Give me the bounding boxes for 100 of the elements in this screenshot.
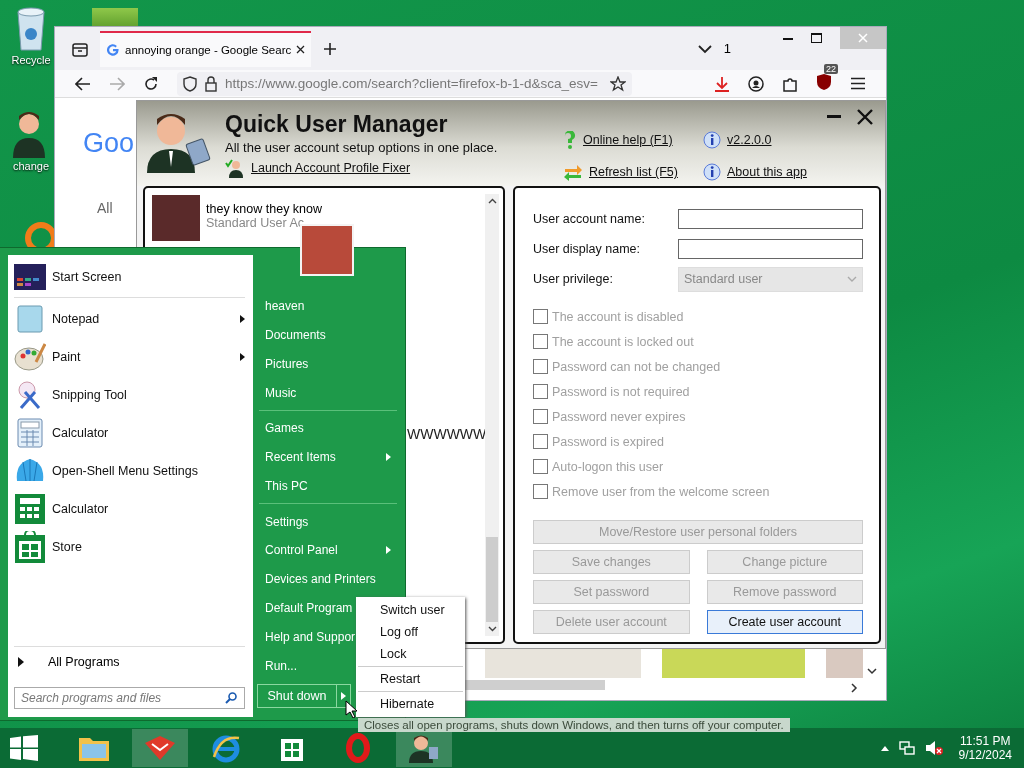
close-icon[interactable] [857,109,873,125]
refresh-arrows-icon [563,163,583,181]
reload-icon[interactable] [143,75,159,92]
chevron-right-icon[interactable] [851,683,858,693]
chevron-down-icon[interactable] [697,43,712,54]
star-icon[interactable] [610,75,626,92]
profile-fixer-link[interactable]: Launch Account Profile Fixer [251,161,411,175]
help-link[interactable]: v2.2.0.0 [727,133,772,147]
chevron-down-icon[interactable] [867,668,877,675]
lock-icon[interactable] [205,75,217,92]
menu-item[interactable]: Music [265,385,297,400]
notepad-icon [14,304,46,334]
user-name[interactable]: they know they know [206,202,323,216]
program-item[interactable]: Paint [52,350,234,364]
download-icon[interactable] [714,75,730,92]
logo: Goo [83,128,135,159]
calculator-icon [14,494,46,524]
palette-icon [14,342,46,372]
checkbox-label: Password can not be changed [552,359,721,374]
action-button[interactable]: Create user account [706,610,863,634]
back-arrow-icon[interactable] [75,76,91,91]
recycle-bin-icon[interactable] [14,6,48,52]
minimize-icon[interactable] [783,36,793,40]
account-icon[interactable] [748,75,764,92]
caret-up-icon[interactable] [880,745,889,751]
checkbox-label: The account is disabled [552,309,684,324]
shield-icon[interactable] [183,75,197,92]
checkbox-label: Password is expired [552,434,664,449]
clock-time[interactable]: 11:51 PM [960,734,1011,748]
close-icon[interactable] [296,45,306,54]
plus-icon[interactable] [323,41,338,56]
menu-item[interactable]: Log off [356,621,465,643]
start-tile-icon [14,264,46,290]
field-label: User privilege: [533,272,614,286]
program-item[interactable]: Calculator [52,426,245,440]
menu-item[interactable]: Hibernate [356,693,465,715]
help-link[interactable]: About this app [727,165,807,179]
program-item[interactable]: Open-Shell Menu Settings [52,464,245,478]
desktop-icon-label[interactable]: Recycle [11,54,51,66]
minimize-icon[interactable] [827,115,841,119]
shield-icon[interactable] [816,73,832,91]
vertical-scrollbar[interactable] [485,194,499,636]
chevron-up-icon[interactable] [487,198,497,204]
speaker-muted-icon[interactable] [924,740,943,756]
menu-item[interactable]: Lock [356,643,465,665]
help-link[interactable]: Online help (F1) [583,133,673,147]
shut-down-button[interactable]: Shut down [257,683,337,708]
badge-count: 22 [824,64,838,74]
help-link[interactable]: Refresh list (F5) [589,165,678,179]
search-field[interactable]: Search programs and files [14,687,245,709]
user-manager-icon [145,111,211,173]
menu-item[interactable]: Default Program [265,601,353,615]
calculator-icon [14,418,46,448]
menu-item[interactable]: Help and Suppor [265,629,356,644]
maximize-icon[interactable] [811,33,822,43]
question-mark-icon [563,131,577,149]
menu-item[interactable]: Recent Items [265,450,336,465]
menu-item[interactable]: Settings [265,514,309,529]
program-item[interactable]: Snipping Tool [52,388,245,402]
windows-logo-icon[interactable] [10,735,38,761]
program-item[interactable]: Notepad [52,312,234,326]
network-icon[interactable] [898,740,915,756]
menu-item[interactable]: This PC [265,478,308,493]
program-item[interactable]: Calculator [52,502,245,516]
menu-item[interactable]: Pictures [265,356,309,371]
field-label: User account name: [533,212,646,226]
menu-item[interactable]: heaven [265,299,305,314]
menu-item[interactable]: Restart [356,668,465,690]
desktop-icon-label[interactable]: change [12,160,50,172]
input-field[interactable] [678,209,863,229]
all-programs-item[interactable]: All Programs [48,655,120,669]
input-field[interactable] [678,239,863,259]
search-icon[interactable] [225,692,237,704]
photo-placeholder [152,195,200,241]
clock-date[interactable]: 9/12/2024 [958,748,1012,762]
ring-logo-icon[interactable] [25,220,57,248]
browser-tab[interactable]: annoying orange - Google Searc [100,30,312,67]
menu-item[interactable]: Documents [265,328,326,343]
google-g-icon [106,42,120,57]
address-bar[interactable]: https://www.google.com/search?client=firefox-b-1-d&sca_esv= [177,71,632,96]
chevron-down-icon[interactable] [487,626,497,632]
checkbox-label: Password never expires [552,409,686,424]
menu-item[interactable]: Games [265,421,304,436]
puzzle-piece-icon[interactable] [782,75,798,92]
browser-e-icon [211,733,241,763]
menu-item[interactable]: Switch user [356,599,465,621]
menu-item[interactable]: Devices and Printers [265,572,376,587]
user-check-icon [225,158,243,178]
scroll-thumb[interactable] [486,537,498,622]
taskbar-button[interactable] [396,729,452,767]
user-name[interactable]: WWWWWW [407,426,487,442]
menu-icon[interactable] [850,77,866,90]
shopping-bag-icon [14,531,46,563]
menu-item[interactable]: Control Panel [265,543,338,558]
menu-item[interactable]: Run... [265,658,297,673]
program-item[interactable]: Start Screen [52,270,245,284]
app-subtitle: All the user account setup options in one place. [225,140,498,155]
program-item[interactable]: Store [52,540,245,554]
tab-list-icon[interactable] [72,40,88,57]
filter-tab[interactable]: All [97,200,113,216]
